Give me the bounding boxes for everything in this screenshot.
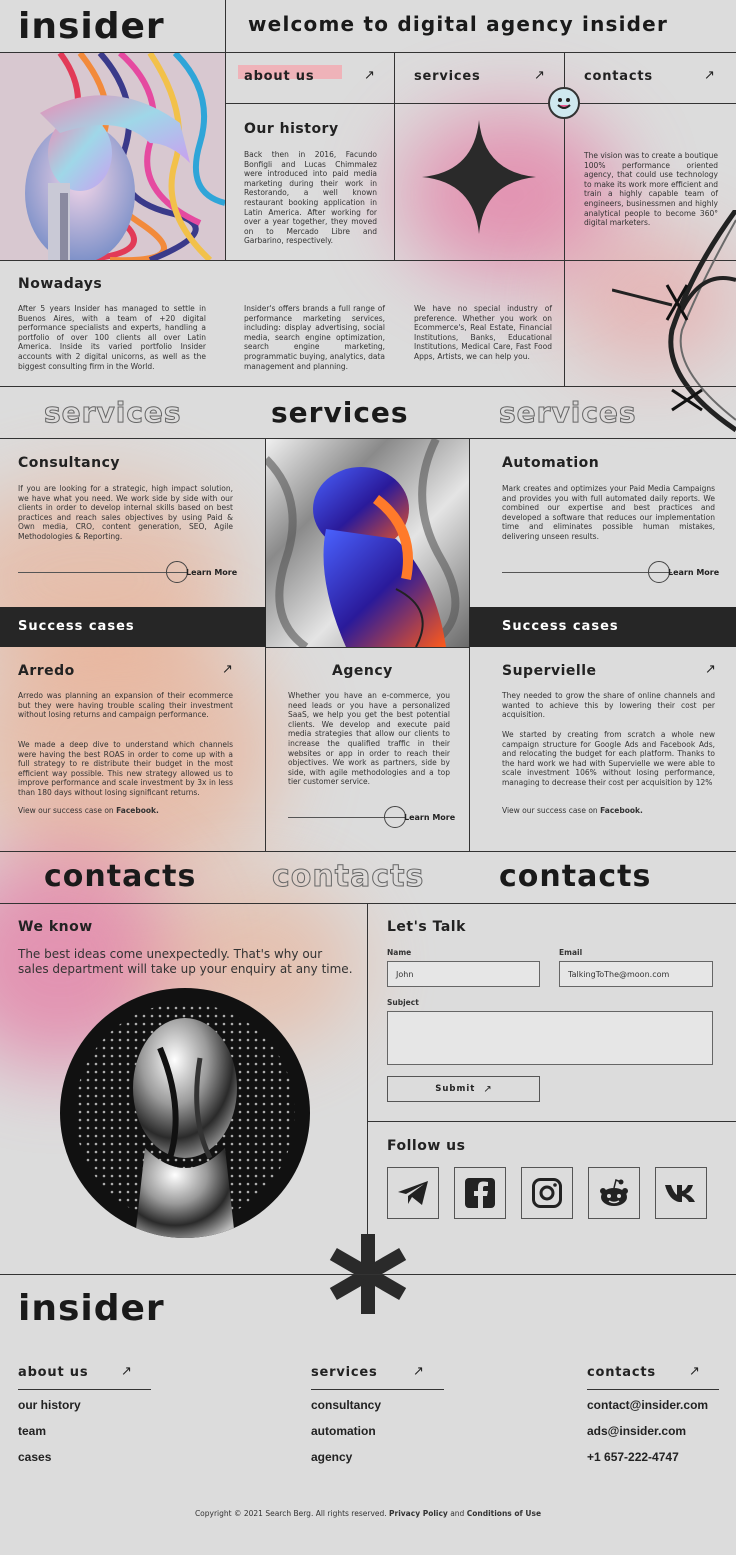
contacts-band-left: contacts [44,859,197,894]
arrow-up-right-icon[interactable]: ↗ [705,662,716,677]
footer-ads-email[interactable]: ads@insider.com [587,1424,686,1438]
arredo-title: Arredo [18,663,75,679]
copyright: Copyright © 2021 Search Berg. All rights… [0,1509,736,1518]
learn-more-circle[interactable] [166,561,188,583]
automation-learn-more[interactable]: Learn More [668,568,719,577]
supervielle-title: Supervielle [502,663,597,679]
services-band-left: services [44,396,182,430]
services-band-center: services [271,396,409,429]
agency-title: Agency [332,663,393,679]
arredo-p1: Arredo was planning an expansion of thei… [18,691,233,720]
nowadays-col2: Insider's offers brands a full range of … [244,304,385,371]
sparkle-star-icon [422,120,536,238]
instagram-icon[interactable] [521,1167,573,1219]
email-field[interactable]: TalkingToThe@moon.com [559,961,713,987]
facebook-link[interactable]: Facebook. [116,806,159,815]
arredo-p2: We made a deep dive to understand which … [18,740,233,797]
reddit-icon[interactable] [588,1167,640,1219]
footer-contacts-heading[interactable]: contacts [587,1365,656,1380]
services-band-right: services [499,396,637,430]
follow-title: Follow us [387,1138,466,1154]
submit-label: Submit [435,1084,476,1094]
supervielle-view: View our success case on Facebook. [502,806,715,816]
automation-text: Mark creates and optimizes your Paid Med… [502,484,715,541]
footer-team[interactable]: team [18,1424,46,1438]
nav-contacts[interactable]: contacts [584,69,653,84]
facebook-icon[interactable] [454,1167,506,1219]
footer-agency[interactable]: agency [311,1450,352,1464]
vk-icon[interactable] [655,1167,707,1219]
name-label: Name [387,948,412,957]
facebook-link[interactable]: Facebook. [600,806,643,815]
contacts-band-center: contacts [271,859,425,895]
footer-our-history[interactable]: our history [18,1398,81,1412]
supervielle-view-text: View our success case on [502,806,601,815]
consultancy-learn-more[interactable]: Learn More [186,568,237,577]
arrow-up-right-icon[interactable]: ↗ [689,1364,700,1379]
arrow-up-right-icon[interactable]: ↗ [364,68,375,83]
supervielle-p2: We started by creating from scratch a wh… [502,730,715,787]
success-cases-left: Success cases [18,619,135,634]
chrome-head-image [60,988,310,1238]
nav-about-us[interactable]: about us [244,69,314,84]
footer-contact-email[interactable]: contact@insider.com [587,1398,708,1412]
automation-title: Automation [502,455,600,471]
subject-field[interactable] [387,1011,713,1065]
asterisk-icon [328,1234,408,1318]
arrow-up-right-icon[interactable]: ↗ [222,662,233,677]
telegram-icon[interactable] [387,1167,439,1219]
arredo-view-text: View our success case on [18,806,117,815]
footer-automation[interactable]: automation [311,1424,376,1438]
nowadays-col1: After 5 years Insider has managed to set… [18,304,206,371]
subject-label: Subject [387,998,419,1007]
footer-cases[interactable]: cases [18,1450,51,1464]
footer-services-heading[interactable]: services [311,1365,378,1380]
footer-consultancy[interactable]: consultancy [311,1398,381,1412]
footer-about-heading[interactable]: about us [18,1365,88,1380]
consultancy-text: If you are looking for a strategic, high… [18,484,233,541]
hero-statue-image [0,53,225,260]
agency-learn-more[interactable]: Learn More [404,813,455,822]
consultancy-title: Consultancy [18,455,120,471]
copyright-text: Copyright © 2021 Search Berg. All rights… [194,1509,390,1518]
success-cases-right: Success cases [502,619,619,634]
name-field[interactable]: John [387,961,540,987]
email-label: Email [559,948,583,957]
footer-phone[interactable]: +1 657-222-4747 [587,1450,679,1464]
chrome-robot-image [266,439,469,647]
arrow-up-right-icon[interactable]: ↗ [704,68,715,83]
nowadays-title: Nowadays [18,276,103,292]
welcome-title: welcome to digital agency insider [248,12,669,36]
learn-more-circle[interactable] [384,806,406,828]
arrow-up-right-icon[interactable]: ↗ [534,68,545,83]
copyright-and: and [447,1509,467,1518]
conditions-link[interactable]: Conditions of Use [467,1509,541,1518]
history-text: Back then in 2016, Facundo Bonfigli and … [244,150,377,246]
form-title: Let's Talk [387,919,466,935]
weknow-text: The best ideas come unexpectedly. That's… [18,947,353,976]
submit-button[interactable]: Submit ↗ [387,1076,540,1102]
nav-services[interactable]: services [414,69,481,84]
arrow-up-right-icon: ↗ [483,1083,492,1095]
logo[interactable]: insider [18,6,165,47]
privacy-policy-link[interactable]: Privacy Policy [389,1509,448,1518]
arredo-view: View our success case on Facebook. [18,806,233,816]
agency-text: Whether you have an e-commerce, you need… [288,691,450,787]
contacts-band-right: contacts [499,859,652,894]
history-title: Our history [244,121,339,137]
footer-logo[interactable]: insider [18,1288,165,1329]
arrow-up-right-icon[interactable]: ↗ [413,1364,424,1379]
nowadays-col3: We have no special industry of preferenc… [414,304,552,361]
learn-more-circle[interactable] [648,561,670,583]
weknow-title: We know [18,919,93,935]
supervielle-p1: They needed to grow the share of online … [502,691,715,720]
arrow-up-right-icon[interactable]: ↗ [121,1364,132,1379]
smiley-icon [548,87,580,119]
